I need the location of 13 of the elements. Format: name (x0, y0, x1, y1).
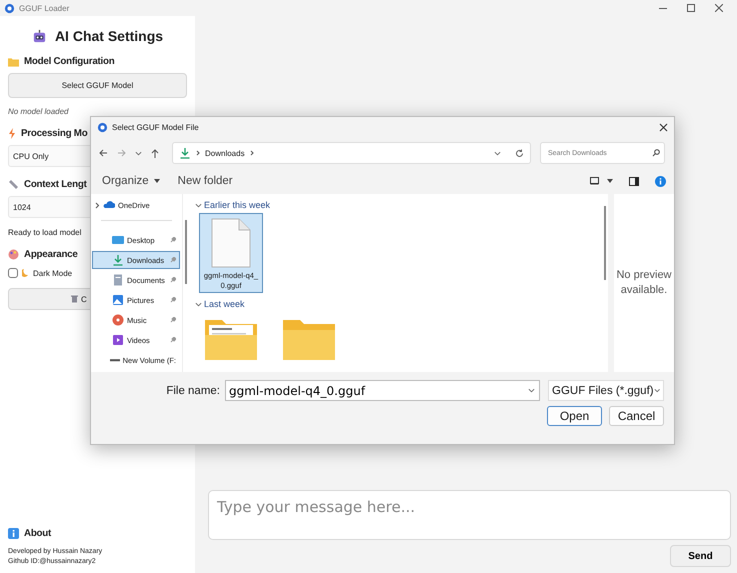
section-heading: Context Lengt (24, 179, 87, 190)
file-name-label: File name: (166, 384, 220, 396)
ready-status: Ready to load model (8, 228, 82, 237)
model-status: No model loaded (8, 107, 70, 116)
section-heading: About (24, 528, 52, 539)
dialog-title: Select GGUF Model File (112, 122, 199, 132)
preview-message: No preview available. (608, 194, 674, 372)
window-title: GGUF Loader (19, 4, 70, 12)
section-heading: Processing Mo (21, 128, 88, 139)
section-heading: Model Configuration (24, 56, 114, 67)
section-heading: Appearance (24, 249, 78, 260)
dark-mode-label: Dark Mode (33, 268, 72, 278)
app-heading: AI Chat Settings (54, 28, 164, 44)
